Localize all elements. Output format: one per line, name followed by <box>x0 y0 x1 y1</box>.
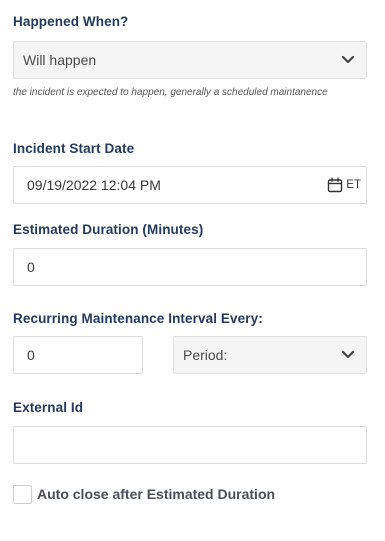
happened-when-label: Happened When? <box>13 14 129 29</box>
auto-close-checkbox[interactable] <box>13 485 32 504</box>
start-date-input[interactable]: 09/19/2022 12:04 PM ET <box>13 166 367 204</box>
duration-value: 0 <box>27 259 35 275</box>
start-date-value: 09/19/2022 12:04 PM <box>27 177 161 193</box>
recurring-interval-value: 0 <box>27 347 35 363</box>
recurring-interval-input[interactable]: 0 <box>13 336 143 374</box>
happened-when-select[interactable]: Will happen <box>13 41 367 79</box>
auto-close-label[interactable]: Auto close after Estimated Duration <box>37 486 275 502</box>
happened-when-value: Will happen <box>23 52 97 68</box>
happened-when-helper: the incident is expected to happen, gene… <box>13 87 328 98</box>
calendar-icon[interactable] <box>327 177 343 193</box>
timezone-label: ET <box>346 179 361 191</box>
external-id-label: External Id <box>13 400 84 415</box>
chevron-down-icon <box>341 350 355 359</box>
chevron-down-icon <box>341 55 355 64</box>
recurring-label: Recurring Maintenance Interval Every: <box>13 311 263 326</box>
external-id-input[interactable] <box>13 426 367 464</box>
duration-input[interactable]: 0 <box>13 248 367 286</box>
start-date-label: Incident Start Date <box>13 141 135 156</box>
period-placeholder: Period: <box>183 347 228 363</box>
duration-label: Estimated Duration (Minutes) <box>13 222 204 237</box>
period-select[interactable]: Period: <box>173 336 367 374</box>
